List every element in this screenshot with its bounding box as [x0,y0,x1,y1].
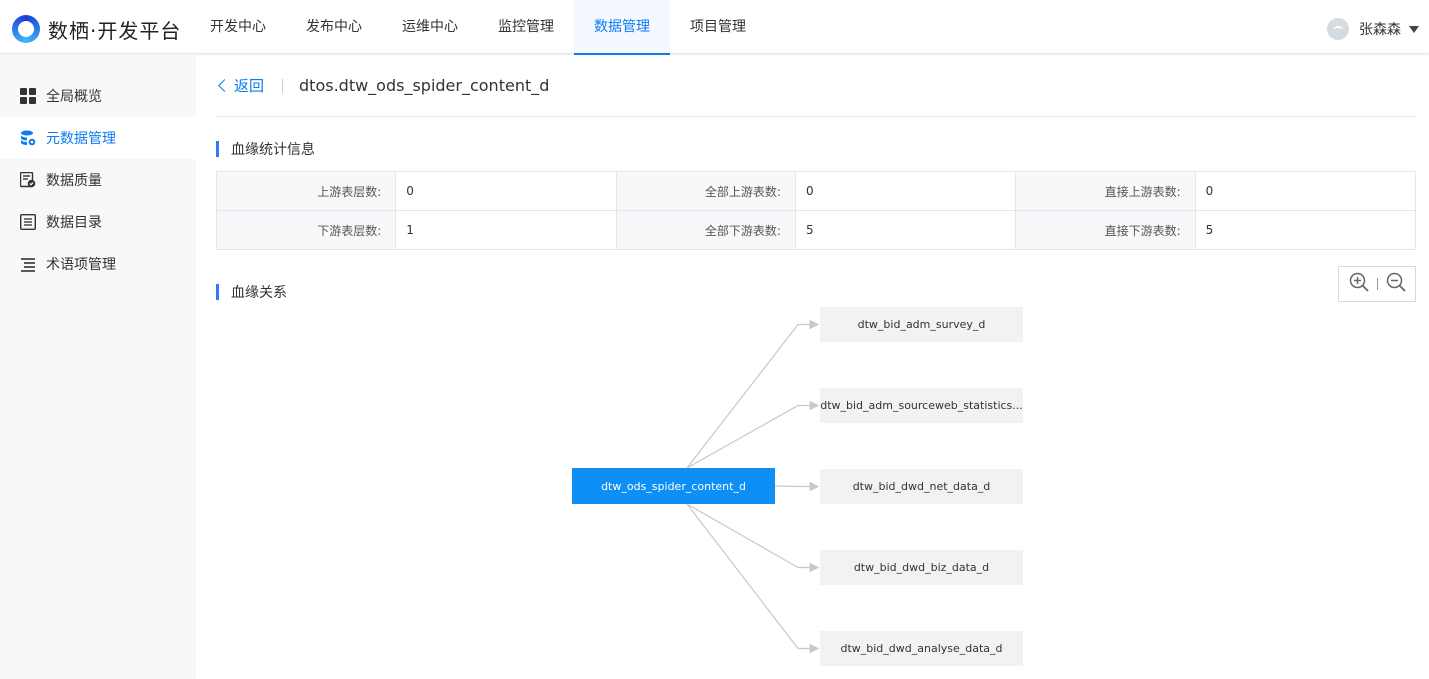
stat-label: 全部下游表数: [615,210,796,250]
main-content: 返回 dtos.dtw_ods_spider_content_d 血缘统计信息 … [215,55,1417,302]
page-title: dtos.dtw_ods_spider_content_d [299,76,550,95]
stat-label: 直接上游表数: [1015,171,1196,211]
sidebar: 全局概览 元数据管理 数据质量 数据目录 术语项管理 [0,55,196,679]
terms-list-icon [20,256,36,272]
sidebar-item-overview[interactable]: 全局概览 [0,75,196,117]
table-row: 上游表层数: 0 全部上游表数: 0 直接上游表数: 0 [215,171,1417,211]
lineage-edges [686,319,820,654]
lineage-stats-table: 上游表层数: 0 全部上游表数: 0 直接上游表数: 0 下游表层数: 1 全部… [215,171,1417,250]
divider [282,78,284,93]
nav-monitor[interactable]: 监控管理 [478,0,574,54]
sidebar-item-terms[interactable]: 术语项管理 [0,243,196,285]
lineage-stats-title: 血缘统计信息 [216,139,1416,159]
sidebar-item-label: 全局概览 [46,89,102,105]
nav-data-management[interactable]: 数据管理 [574,0,670,55]
stat-label: 上游表层数: [215,171,397,211]
database-settings-icon [20,130,36,146]
logo-icon [12,15,40,43]
lineage-edge [686,503,799,649]
lineage-edge [686,404,799,469]
table-row: 下游表层数: 1 全部下游表数: 5 直接下游表数: 5 [215,210,1417,250]
back-button[interactable]: 返回 [216,75,264,96]
lineage-graph[interactable]: dtw_ods_spider_content_d dtw_bid_adm_sur… [196,290,1429,679]
grid-icon [20,88,36,104]
stat-value: 0 [395,171,617,211]
avatar [1327,18,1349,40]
sidebar-item-catalog[interactable]: 数据目录 [0,201,196,243]
stat-label: 全部上游表数: [615,171,796,211]
caret-down-icon [1409,25,1419,33]
catalog-list-icon [20,214,36,230]
sidebar-item-label: 数据质量 [46,173,102,189]
sidebar-item-label: 术语项管理 [46,257,116,273]
nav-project-management[interactable]: 项目管理 [670,0,766,54]
user-name: 张森森 [1359,22,1401,38]
lineage-node-child[interactable]: dtw_bid_dwd_analyse_data_d [820,631,1023,666]
lineage-edge [686,503,799,569]
lineage-node-child[interactable]: dtw_bid_adm_sourceweb_statistics... [820,388,1023,423]
lineage-node-root[interactable]: dtw_ods_spider_content_d [572,468,775,504]
sidebar-item-label: 元数据管理 [46,131,116,147]
sidebar-item-label: 数据目录 [46,215,102,231]
quality-check-icon [20,172,36,188]
app-logo[interactable]: 数栖·开发平台 [12,14,181,44]
app-title: 数栖·开发平台 [48,18,182,43]
nav-ops-center[interactable]: 运维中心 [382,0,478,54]
main-nav: 开发中心 发布中心 运维中心 监控管理 数据管理 项目管理 [190,0,766,55]
stat-value: 5 [794,210,1017,250]
sidebar-item-metadata[interactable]: 元数据管理 [0,117,196,159]
stat-value: 0 [1194,171,1417,211]
stat-label: 直接下游表数: [1015,210,1196,250]
zoom-divider [1376,278,1378,290]
lineage-node-child[interactable]: dtw_bid_dwd_net_data_d [820,469,1023,504]
back-label: 返回 [234,77,265,95]
lineage-node-child[interactable]: dtw_bid_dwd_biz_data_d [820,550,1023,585]
stat-value: 1 [395,210,617,250]
lineage-edge [686,324,799,469]
lineage-node-child[interactable]: dtw_bid_adm_survey_d [820,307,1023,342]
top-navbar: 数栖·开发平台 开发中心 发布中心 运维中心 监控管理 数据管理 项目管理 张森… [0,0,1429,55]
chevron-left-icon [218,79,231,92]
user-menu[interactable]: 张森森 [1327,18,1419,40]
sidebar-item-quality[interactable]: 数据质量 [0,159,196,201]
stat-value: 5 [1194,210,1417,250]
nav-release-center[interactable]: 发布中心 [286,0,382,54]
nav-dev-center[interactable]: 开发中心 [190,0,286,54]
stat-value: 0 [794,171,1017,211]
stat-label: 下游表层数: [215,210,397,250]
lineage-edge [774,485,799,488]
page-header: 返回 dtos.dtw_ods_spider_content_d [216,55,1416,117]
